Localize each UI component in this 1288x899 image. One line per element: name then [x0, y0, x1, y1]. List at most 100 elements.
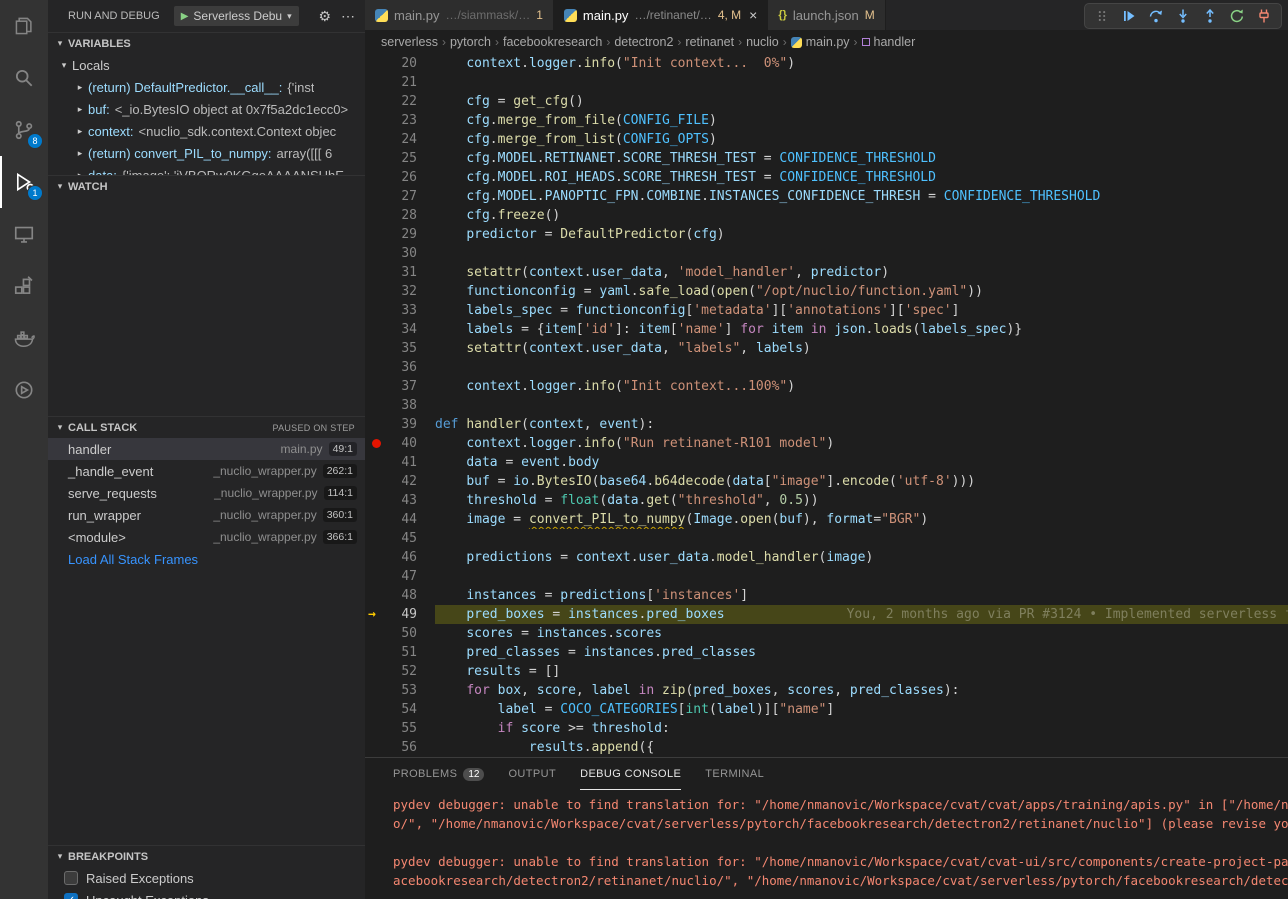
line-number[interactable]: 54: [365, 700, 417, 719]
code-line[interactable]: 50 scores = instances.scores: [365, 624, 1288, 643]
code-line[interactable]: 28 cfg.freeze(): [365, 206, 1288, 225]
gutter[interactable]: 41: [365, 453, 435, 472]
breadcrumb-item[interactable]: serverless: [381, 35, 438, 49]
code-line[interactable]: 47: [365, 567, 1288, 586]
line-number[interactable]: 47: [365, 567, 417, 586]
gutter[interactable]: 38: [365, 396, 435, 415]
line-number[interactable]: 43: [365, 491, 417, 510]
breakpoint-row[interactable]: ✓Uncaught Exceptions: [48, 889, 365, 899]
gutter[interactable]: 24: [365, 130, 435, 149]
line-number[interactable]: 42: [365, 472, 417, 491]
line-number[interactable]: 45: [365, 529, 417, 548]
line-number[interactable]: 33: [365, 301, 417, 320]
breadcrumb-item[interactable]: main.py: [791, 35, 850, 49]
gutter[interactable]: 23: [365, 111, 435, 130]
gutter[interactable]: 28: [365, 206, 435, 225]
gutter[interactable]: 21: [365, 73, 435, 92]
editor-tab[interactable]: main.py…/retinanet/…4, M×: [554, 0, 768, 30]
line-number[interactable]: 56: [365, 738, 417, 757]
search-icon[interactable]: [0, 52, 48, 104]
code-line[interactable]: 42 buf = io.BytesIO(base64.b64decode(dat…: [365, 472, 1288, 491]
code-line[interactable]: 41 data = event.body: [365, 453, 1288, 472]
panel-tab[interactable]: DEBUG CONSOLE: [580, 758, 681, 790]
line-number[interactable]: 20: [365, 54, 417, 73]
editor-tab[interactable]: {}launch.jsonM: [768, 0, 885, 30]
step-out-button[interactable]: [1201, 7, 1219, 25]
code-line[interactable]: 29 predictor = DefaultPredictor(cfg): [365, 225, 1288, 244]
panel-tab[interactable]: OUTPUT: [508, 758, 556, 790]
code-line[interactable]: 22 cfg = get_cfg(): [365, 92, 1288, 111]
code-line[interactable]: 36: [365, 358, 1288, 377]
variable-row[interactable]: ▸(return) convert_PIL_to_numpy:array([[[…: [48, 142, 365, 164]
line-number[interactable]: 38: [365, 396, 417, 415]
line-number[interactable]: 44: [365, 510, 417, 529]
gutter[interactable]: 33: [365, 301, 435, 320]
more-actions-icon[interactable]: ⋯: [341, 8, 355, 25]
breadcrumb-item[interactable]: detectron2: [614, 35, 673, 49]
breakpoint-row[interactable]: Raised Exceptions: [48, 867, 365, 889]
line-number[interactable]: 48: [365, 586, 417, 605]
gutter[interactable]: 54: [365, 700, 435, 719]
breadcrumb-item[interactable]: retinanet: [685, 35, 734, 49]
watch-section-header[interactable]: ▾ WATCH: [48, 175, 365, 197]
checkbox[interactable]: ✓: [64, 893, 78, 899]
variable-row[interactable]: ▸(return) DefaultPredictor.__call__:{'in…: [48, 76, 365, 98]
stack-frame[interactable]: handlermain.py49:1: [48, 438, 365, 460]
checkbox[interactable]: [64, 871, 78, 885]
console-output[interactable]: pydev debugger: unable to find translati…: [365, 790, 1288, 890]
gutter[interactable]: 51: [365, 643, 435, 662]
editor[interactable]: 20 context.logger.info("Init context... …: [365, 54, 1288, 757]
disconnect-button[interactable]: [1255, 7, 1273, 25]
variable-row[interactable]: ▸context:<nuclio_sdk.context.Context obj…: [48, 120, 365, 142]
gutter[interactable]: 44: [365, 510, 435, 529]
stack-frame[interactable]: _handle_event_nuclio_wrapper.py262:1: [48, 460, 365, 482]
line-number[interactable]: 28: [365, 206, 417, 225]
live-share-icon[interactable]: [0, 364, 48, 416]
gutter[interactable]: 22: [365, 92, 435, 111]
line-number[interactable]: 24: [365, 130, 417, 149]
stack-frame[interactable]: <module>_nuclio_wrapper.py366:1: [48, 526, 365, 548]
line-number[interactable]: 32: [365, 282, 417, 301]
code-line[interactable]: 27 cfg.MODEL.PANOPTIC_FPN.COMBINE.INSTAN…: [365, 187, 1288, 206]
variable-row[interactable]: ▸data:{'image': 'iVBORw0KGgoAAAANSUhE: [48, 164, 365, 175]
code-line[interactable]: 56 results.append({: [365, 738, 1288, 757]
line-number[interactable]: 55: [365, 719, 417, 738]
gutter[interactable]: 37: [365, 377, 435, 396]
line-number[interactable]: 50: [365, 624, 417, 643]
run-and-debug-icon[interactable]: 1: [0, 156, 48, 208]
explorer-icon[interactable]: [0, 0, 48, 52]
step-into-button[interactable]: [1174, 7, 1192, 25]
gutter[interactable]: 46: [365, 548, 435, 567]
stack-frame[interactable]: serve_requests_nuclio_wrapper.py114:1: [48, 482, 365, 504]
gutter[interactable]: 34: [365, 320, 435, 339]
gutter[interactable]: 30: [365, 244, 435, 263]
line-number[interactable]: 35: [365, 339, 417, 358]
line-number[interactable]: 36: [365, 358, 417, 377]
line-number[interactable]: 27: [365, 187, 417, 206]
code-line[interactable]: 25 cfg.MODEL.RETINANET.SCORE_THRESH_TEST…: [365, 149, 1288, 168]
gutter[interactable]: 45: [365, 529, 435, 548]
drag-handle-icon[interactable]: [1093, 7, 1111, 25]
code-line[interactable]: 37 context.logger.info("Init context...1…: [365, 377, 1288, 396]
load-all-stack-frames-link[interactable]: Load All Stack Frames: [68, 548, 198, 570]
gear-icon[interactable]: ⚙: [318, 8, 331, 25]
line-number[interactable]: 30: [365, 244, 417, 263]
code-line[interactable]: 44 image = convert_PIL_to_numpy(Image.op…: [365, 510, 1288, 529]
line-number[interactable]: 22: [365, 92, 417, 111]
code-line[interactable]: 23 cfg.merge_from_file(CONFIG_FILE): [365, 111, 1288, 130]
code-line[interactable]: 31 setattr(context.user_data, 'model_han…: [365, 263, 1288, 282]
line-number[interactable]: 39: [365, 415, 417, 434]
line-number[interactable]: 26: [365, 168, 417, 187]
restart-button[interactable]: [1228, 7, 1246, 25]
extensions-icon[interactable]: [0, 260, 48, 312]
line-number[interactable]: 37: [365, 377, 417, 396]
call-stack-section-header[interactable]: ▾ CALL STACK PAUSED ON STEP: [48, 416, 365, 438]
code-line[interactable]: 48 instances = predictions['instances']: [365, 586, 1288, 605]
gutter[interactable]: 35: [365, 339, 435, 358]
remote-explorer-icon[interactable]: [0, 208, 48, 260]
code-line[interactable]: 54 label = COCO_CATEGORIES[int(label)]["…: [365, 700, 1288, 719]
code-line[interactable]: 20 context.logger.info("Init context... …: [365, 54, 1288, 73]
editor-tab[interactable]: main.py…/siammask/…1: [365, 0, 554, 30]
code-line[interactable]: 26 cfg.MODEL.ROI_HEADS.SCORE_THRESH_TEST…: [365, 168, 1288, 187]
code-line[interactable]: 46 predictions = context.user_data.model…: [365, 548, 1288, 567]
